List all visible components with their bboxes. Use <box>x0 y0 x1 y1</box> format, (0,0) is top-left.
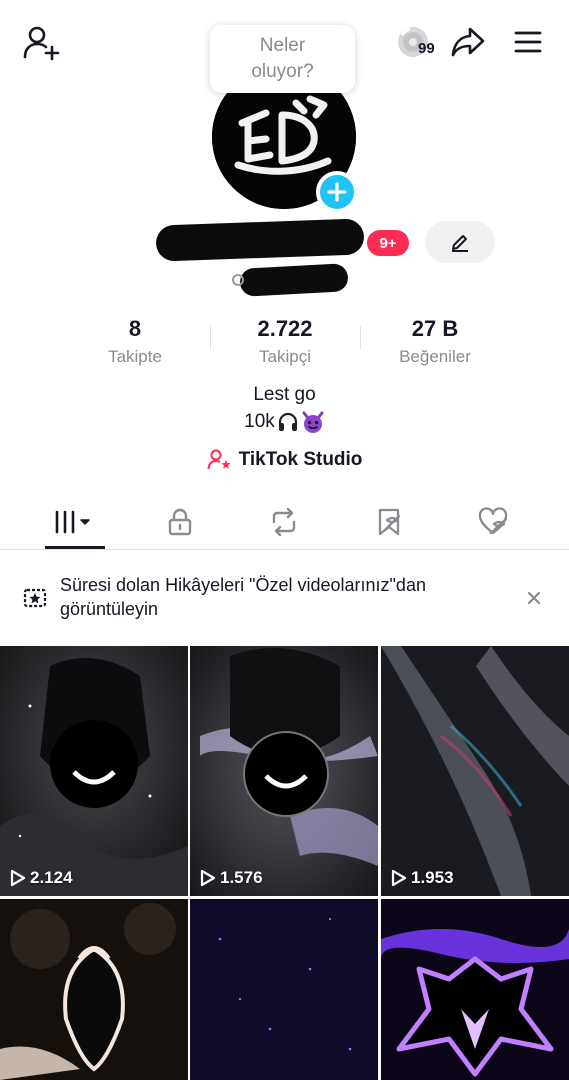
active-tab-indicator <box>45 546 105 549</box>
view-count: 1.576 <box>200 868 263 888</box>
play-icon <box>200 869 216 887</box>
video-thumbnail[interactable] <box>381 899 569 1080</box>
play-icon <box>391 869 407 887</box>
pencil-icon <box>452 235 468 252</box>
bio-line-2-text: 10k <box>244 411 275 432</box>
share-icon[interactable] <box>448 22 488 62</box>
headphones-icon <box>278 412 297 431</box>
tab-private[interactable] <box>145 494 215 550</box>
video-grid: 2.124 1.576 1.953 <box>0 646 569 1080</box>
view-count-text: 2.124 <box>30 868 73 887</box>
bio-line-1: Lest go <box>253 384 316 405</box>
status-bubble-text: Neler oluyor? <box>251 35 314 82</box>
content-tabs <box>0 494 569 550</box>
view-count-text: 1.953 <box>411 868 454 887</box>
likes-label: Beğeniler <box>399 347 471 366</box>
video-thumbnail[interactable] <box>0 899 188 1080</box>
following-count: 8 <box>128 316 142 341</box>
saved-icon <box>378 508 401 536</box>
close-icon[interactable] <box>520 584 548 612</box>
video-thumbnail[interactable]: 1.576 <box>190 646 378 896</box>
video-thumbnail[interactable] <box>190 899 378 1080</box>
add-friend-icon[interactable] <box>20 22 62 64</box>
stat-followers[interactable]: 2.722 Takipçi <box>210 312 360 372</box>
stat-likes[interactable]: 27 B Beğeniler <box>360 312 510 372</box>
redacted-username <box>239 263 349 297</box>
tab-reposts[interactable] <box>249 494 319 550</box>
tab-videos[interactable] <box>40 494 110 550</box>
lock-icon <box>168 508 192 536</box>
stat-following[interactable]: 8 Takipte <box>60 312 210 372</box>
notice-text: Süresi dolan Hikâyeleri "Özel videoların… <box>60 575 426 619</box>
play-icon <box>10 869 26 887</box>
menu-icon[interactable] <box>508 22 548 62</box>
status-bubble[interactable]: Neler oluyor? <box>210 25 355 93</box>
studio-person-star-icon <box>207 449 231 470</box>
redacted-display-name <box>155 218 365 262</box>
likes-count: 27 B <box>411 316 459 341</box>
smiling-devil-icon <box>302 411 324 433</box>
tab-saved[interactable] <box>354 494 424 550</box>
view-count-text: 1.576 <box>220 868 263 887</box>
view-count: 1.953 <box>391 868 454 888</box>
tab-liked[interactable] <box>458 494 528 550</box>
stories-notice-banner: Süresi dolan Hikâyeleri "Özel videoların… <box>0 551 569 645</box>
followers-count: 2.722 <box>257 316 313 341</box>
following-label: Takipte <box>108 347 162 366</box>
liked-icon <box>478 507 508 535</box>
view-count: 2.124 <box>10 868 73 888</box>
story-archive-icon <box>22 585 48 616</box>
edit-profile-button[interactable] <box>425 221 495 263</box>
followers-label: Takipçi <box>259 347 311 366</box>
repost-icon <box>272 507 296 537</box>
video-thumbnail[interactable]: 2.124 <box>0 646 188 896</box>
username-dot <box>232 274 244 286</box>
grid-icon <box>55 510 90 534</box>
studio-label: TikTok Studio <box>238 449 363 470</box>
video-thumbnail[interactable]: 1.953 <box>381 646 569 896</box>
notification-badge[interactable]: 9+ <box>367 230 409 256</box>
coins-count: 99 <box>418 40 435 57</box>
add-story-button[interactable] <box>316 171 358 213</box>
profile-stats: 8 Takipte 2.722 Takipçi 27 B Beğeniler <box>60 312 510 372</box>
tiktok-studio-link[interactable]: TikTok Studio <box>0 448 569 472</box>
coin-icon[interactable]: 99 <box>388 22 440 64</box>
bio-line-2: 10k <box>0 410 569 434</box>
